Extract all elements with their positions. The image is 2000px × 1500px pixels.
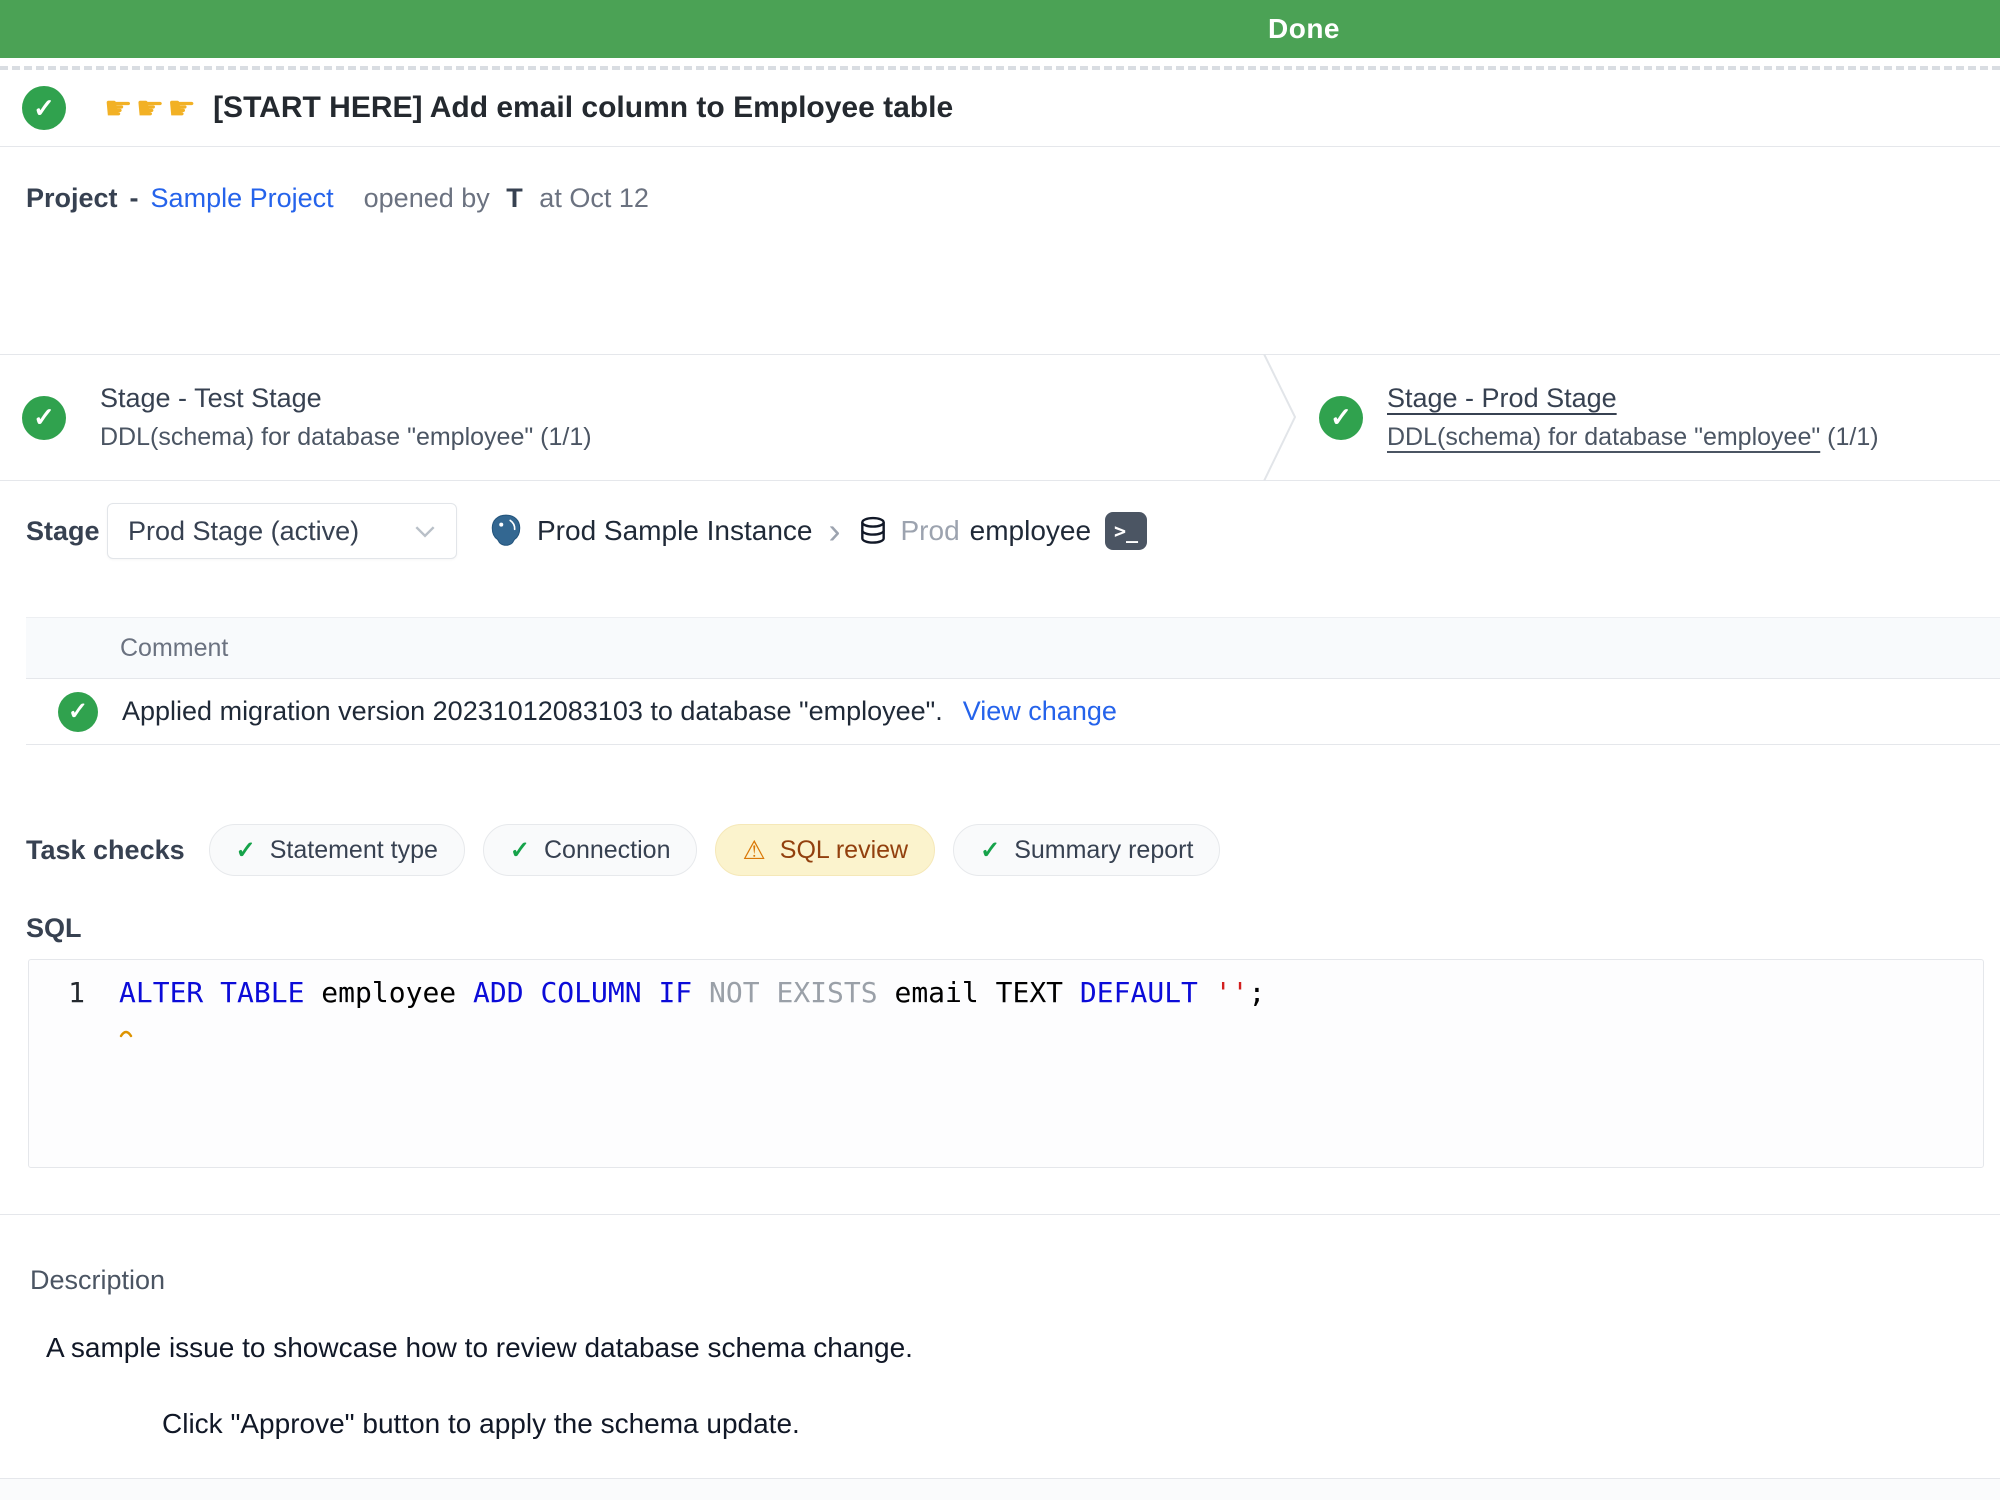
description-section[interactable]: Description A sample issue to showcase h… (30, 1265, 2000, 1440)
database-name-link[interactable]: employee (970, 515, 1091, 547)
comment-success-check-icon: ✓ (58, 692, 98, 732)
database-breadcrumb: Prod Sample Instance › Prod employee >_ (487, 512, 1147, 550)
sql-editor-terminal-icon[interactable]: >_ (1105, 512, 1147, 550)
stage-pipeline: ✓ Stage - Test Stage DDL(schema) for dat… (0, 354, 2000, 481)
project-name-link[interactable]: Sample Project (151, 183, 334, 214)
stage-cell-test[interactable]: ✓ Stage - Test Stage DDL(schema) for dat… (0, 383, 1263, 452)
comment-table: Comment ✓ Applied migration version 2023… (26, 617, 2000, 745)
stage-test-texts: Stage - Test Stage DDL(schema) for datab… (100, 383, 592, 452)
stage-prod-task-count: (1/1) (1820, 423, 1878, 451)
line-number: 1 (29, 976, 85, 1009)
opened-by-prefix: opened by (364, 183, 490, 213)
stage-prod-subtitle: DDL(schema) for database "employee" (1/1… (1387, 423, 1879, 452)
description-paragraph: Click "Approve" button to apply the sche… (162, 1408, 2000, 1440)
status-banner: Done (0, 0, 2000, 58)
stage-prod-task-link[interactable]: DDL(schema) for database "employee" (1387, 423, 1820, 451)
issue-meta-row: Project - Sample Project opened by T at … (26, 183, 2000, 214)
stage-select-dropdown[interactable]: Prod Stage (active) (107, 503, 457, 559)
sql-statement: ALTER TABLE employee ADD COLUMN IF NOT E… (119, 976, 1265, 1009)
pointer-emojis: ☛☛☛ (104, 89, 199, 127)
check-pill-connection[interactable]: ✓ Connection (483, 824, 698, 876)
stage-select-value: Prod Stage (active) (128, 516, 359, 547)
description-paragraph: A sample issue to showcase how to review… (46, 1332, 2000, 1364)
stage-prod-texts: Stage - Prod Stage DDL(schema) for datab… (1387, 383, 1879, 452)
opened-at-date: at Oct 12 (539, 183, 649, 213)
project-label: Project (26, 183, 118, 214)
sql-code-editor[interactable]: 1 ALTER TABLE employee ADD COLUMN IF NOT… (28, 959, 1984, 1168)
check-pill-label: Summary report (1014, 836, 1193, 865)
check-success-icon: ✓ (510, 836, 530, 865)
comment-text: Applied migration version 20231012083103… (122, 696, 943, 727)
stage-test-subtitle: DDL(schema) for database "employee" (1/1… (100, 423, 592, 452)
page-title: [START HERE] Add email column to Employe… (213, 91, 953, 125)
comment-column-header: Comment (120, 634, 228, 663)
comment-row: ✓ Applied migration version 202310120831… (26, 679, 2000, 745)
chevron-down-icon (414, 525, 436, 538)
description-label: Description (30, 1265, 2000, 1296)
stage-test-success-check-icon: ✓ (22, 396, 66, 440)
environment-label: Prod (901, 515, 960, 547)
opened-by-text: opened by T at Oct 12 (364, 183, 649, 214)
check-pill-sql-review[interactable]: ⚠ SQL review (715, 824, 935, 876)
stage-test-title: Stage - Test Stage (100, 383, 592, 414)
check-pill-summary-report[interactable]: ✓ Summary report (953, 824, 1220, 876)
bottom-section-edge (0, 1478, 2000, 1500)
sql-warning-squiggle-icon (119, 1012, 1983, 1045)
warning-triangle-icon: ⚠ (742, 835, 765, 866)
stage-prod-title-link[interactable]: Stage - Prod Stage (1387, 383, 1879, 414)
database-icon (857, 514, 889, 548)
comment-table-header: Comment (26, 617, 2000, 679)
check-pill-label: SQL review (780, 836, 908, 865)
check-pill-label: Connection (544, 836, 670, 865)
stage-prod-success-check-icon: ✓ (1319, 396, 1363, 440)
stage-selector-row: Stage Prod Stage (active) Prod Sample In… (26, 503, 2000, 559)
stage-selector-label: Stage (26, 516, 107, 547)
check-success-icon: ✓ (236, 836, 256, 865)
sql-code-line: 1 ALTER TABLE employee ADD COLUMN IF NOT… (29, 976, 1983, 1009)
instance-name-link[interactable]: Prod Sample Instance (537, 515, 813, 547)
sql-section-label: SQL (26, 913, 2000, 944)
view-change-link[interactable]: View change (963, 696, 1117, 727)
issue-creator: T (506, 183, 523, 213)
task-checks-row: Task checks ✓ Statement type ✓ Connectio… (26, 824, 2000, 876)
issue-page: Done ✓ ☛☛☛ [START HERE] Add email column… (0, 0, 2000, 1500)
breadcrumb-separator-icon: › (829, 513, 841, 549)
status-badge: Done (1268, 13, 1340, 45)
check-success-icon: ✓ (980, 836, 1000, 865)
stage-separator-chevron-icon (1263, 354, 1297, 481)
stage-cell-prod[interactable]: ✓ Stage - Prod Stage DDL(schema) for dat… (1297, 383, 1879, 452)
description-divider (0, 1214, 2000, 1215)
check-pill-label: Statement type (270, 836, 438, 865)
issue-title-row: ✓ ☛☛☛ [START HERE] Add email column to E… (0, 70, 2000, 147)
task-checks-label: Task checks (26, 835, 185, 866)
project-separator: - (130, 183, 139, 214)
issue-done-check-icon: ✓ (22, 86, 66, 130)
check-pill-statement-type[interactable]: ✓ Statement type (209, 824, 465, 876)
postgresql-icon (487, 512, 525, 550)
